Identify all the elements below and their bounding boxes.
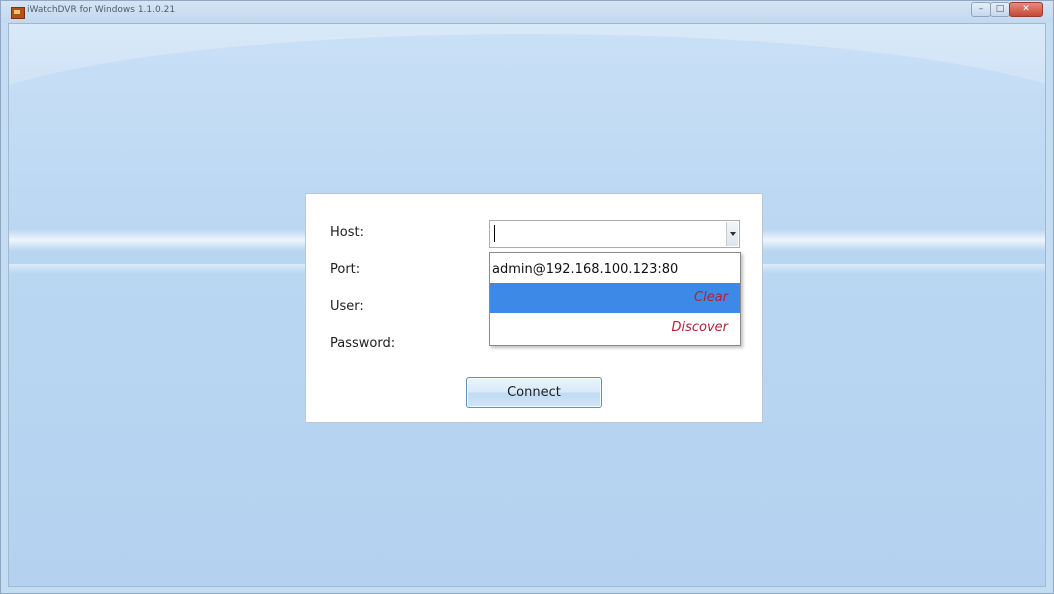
dropdown-item-host[interactable]: admin@192.168.100.123:80	[490, 255, 740, 285]
port-label: Port:	[330, 262, 361, 277]
close-button[interactable]: ✕	[1009, 2, 1043, 17]
maximize-button[interactable]: □	[990, 2, 1010, 17]
user-label: User:	[330, 299, 364, 314]
minimize-button[interactable]: –	[971, 2, 991, 17]
maximize-icon: □	[995, 4, 1005, 14]
dropdown-arrow-icon	[730, 232, 736, 236]
text-caret	[494, 225, 495, 242]
minimize-icon: –	[978, 4, 984, 14]
login-dialog: Host: Port: User: Password: admin@192.16…	[305, 193, 763, 423]
host-dropdown-list: admin@192.168.100.123:80 Clear Discover	[489, 252, 741, 346]
window-title: iWatchDVR for Windows 1.1.0.21	[27, 5, 176, 15]
app-icon	[11, 7, 25, 19]
connect-button[interactable]: Connect	[466, 377, 602, 408]
title-bar[interactable]: iWatchDVR for Windows 1.1.0.21 – □ ✕	[1, 1, 1053, 23]
dropdown-item-discover[interactable]: Discover	[490, 313, 740, 343]
password-label: Password:	[330, 336, 396, 351]
close-icon: ✕	[1022, 4, 1030, 14]
app-window: iWatchDVR for Windows 1.1.0.21 – □ ✕ Hos…	[0, 0, 1054, 594]
host-dropdown-button[interactable]	[726, 222, 738, 246]
caption-buttons: – □ ✕	[971, 2, 1043, 18]
dropdown-item-clear[interactable]: Clear	[490, 283, 740, 313]
host-label: Host:	[330, 225, 364, 240]
host-combobox[interactable]	[489, 220, 740, 248]
